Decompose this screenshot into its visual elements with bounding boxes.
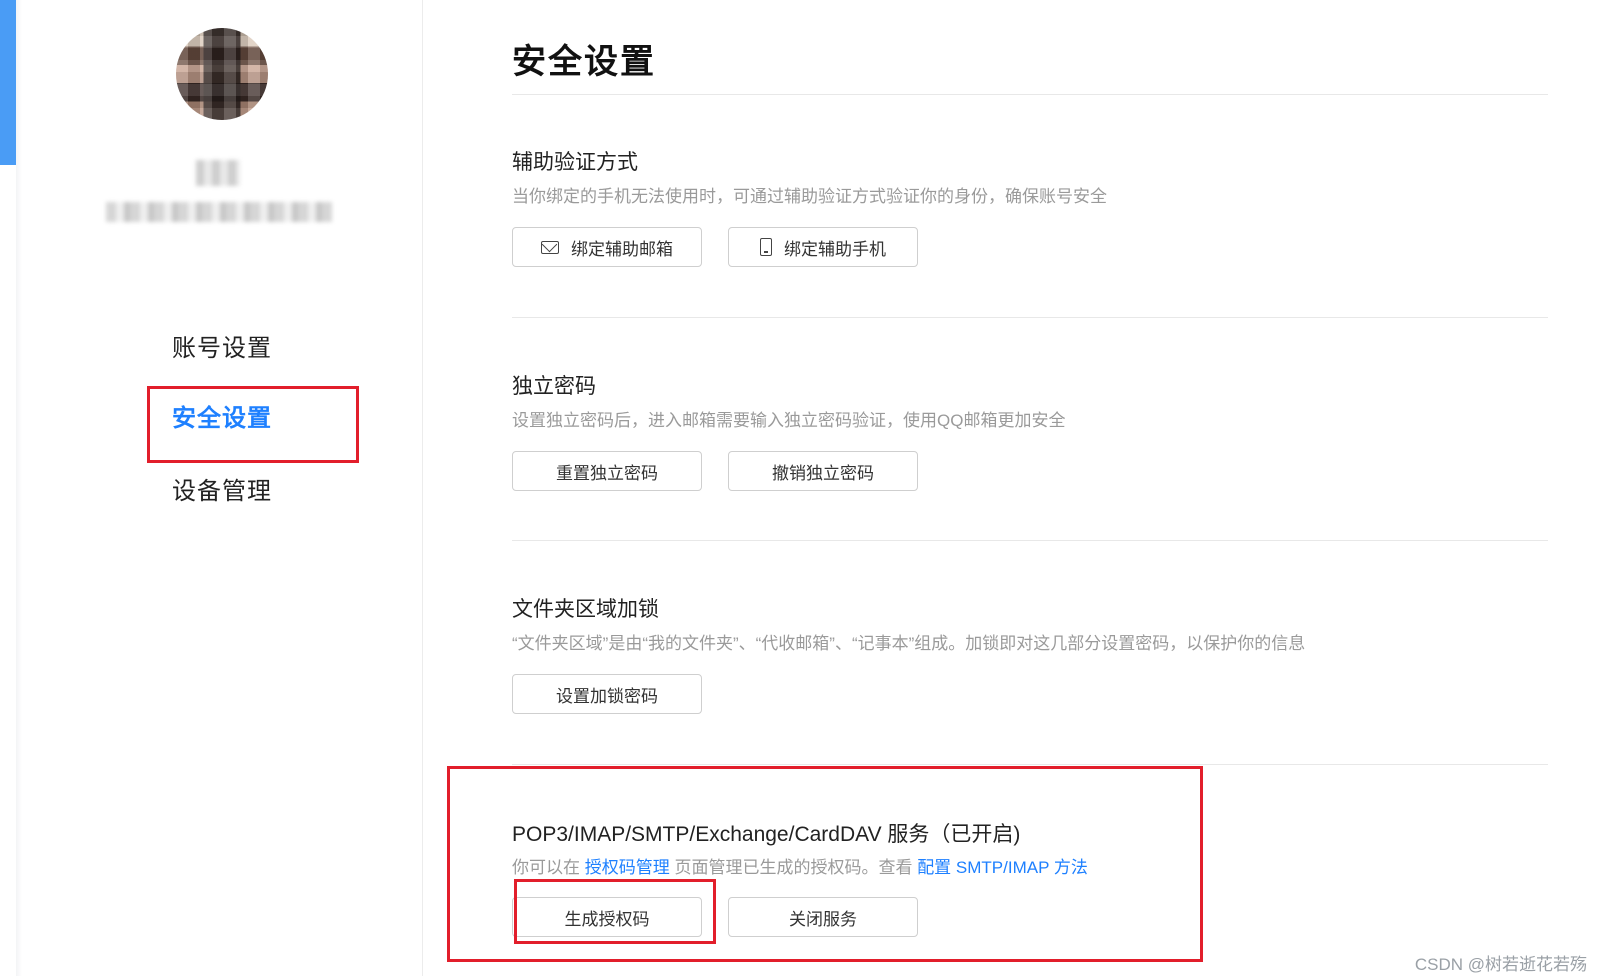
divider: [512, 540, 1548, 541]
divider: [512, 317, 1548, 318]
section-desc-independent-password: 设置独立密码后，进入邮箱需要输入独立密码验证，使用QQ邮箱更加安全: [512, 411, 1066, 430]
section-title-pop3-service: POP3/IMAP/SMTP/Exchange/CardDAV 服务（已开启): [512, 823, 1021, 846]
watermark: CSDN @树若逝花若殇: [1414, 955, 1587, 974]
section-desc-folder-lock: “文件夹区域”是由“我的文件夹”、“代收邮箱”、“记事本”组成。加锁即对这几部分…: [512, 634, 1306, 653]
pop3-desc-text-2: 页面管理已生成的授权码。查看: [669, 858, 918, 877]
blurred-email: [106, 202, 332, 222]
sidebar-item-security-settings[interactable]: 安全设置: [172, 398, 272, 433]
set-lock-password-button[interactable]: 设置加锁密码: [512, 674, 702, 714]
avatar[interactable]: [176, 28, 268, 120]
sidebar-divider: [422, 0, 423, 976]
sidebar-item-account-settings[interactable]: 账号设置: [172, 328, 272, 363]
auth-code-management-link[interactable]: 授权码管理: [585, 858, 670, 877]
mail-icon: [541, 240, 559, 254]
bind-aux-phone-button[interactable]: 绑定辅助手机: [728, 227, 918, 267]
sidebar: 账号设置 安全设置 设备管理: [0, 0, 422, 976]
blurred-username: [196, 160, 240, 186]
section-title-independent-password: 独立密码: [512, 375, 596, 398]
divider: [512, 764, 1548, 765]
bind-aux-phone-label: 绑定辅助手机: [784, 239, 886, 259]
page-title: 安全设置: [512, 43, 656, 81]
section-title-aux-verification: 辅助验证方式: [512, 151, 638, 174]
phone-icon: [760, 238, 772, 256]
pop3-desc-text-1: 你可以在: [512, 858, 585, 877]
smtp-imap-config-link[interactable]: 配置 SMTP/IMAP 方法: [917, 858, 1088, 877]
sidebar-item-device-management[interactable]: 设备管理: [172, 471, 272, 506]
revoke-independent-password-button[interactable]: 撤销独立密码: [728, 451, 918, 491]
section-desc-aux-verification: 当你绑定的手机无法使用时，可通过辅助验证方式验证你的身份，确保账号安全: [512, 187, 1107, 206]
bind-aux-email-button[interactable]: 绑定辅助邮箱: [512, 227, 702, 267]
divider: [512, 94, 1548, 95]
bind-aux-email-label: 绑定辅助邮箱: [571, 239, 673, 259]
generate-auth-code-button[interactable]: 生成授权码: [512, 897, 702, 937]
close-service-button[interactable]: 关闭服务: [728, 897, 918, 937]
reset-independent-password-button[interactable]: 重置独立密码: [512, 451, 702, 491]
section-title-folder-lock: 文件夹区域加锁: [512, 598, 659, 621]
section-desc-pop3-service: 你可以在 授权码管理 页面管理已生成的授权码。查看 配置 SMTP/IMAP 方…: [512, 853, 1088, 878]
